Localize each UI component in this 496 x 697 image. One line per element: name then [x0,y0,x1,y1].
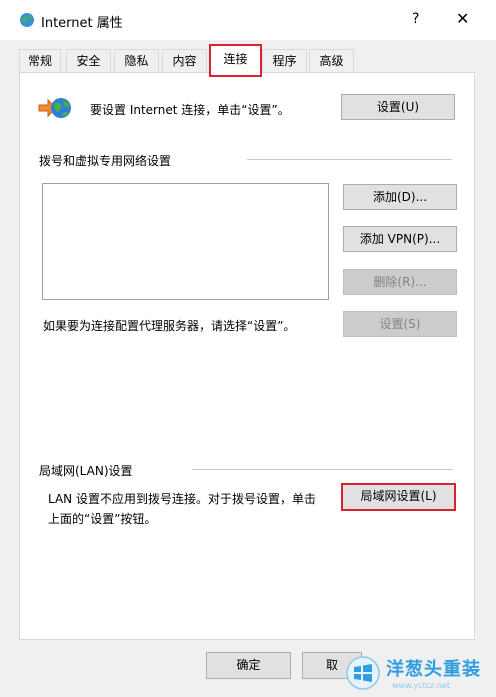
add-button[interactable]: 添加(D)... [343,184,457,210]
close-button[interactable]: ✕ [456,9,469,28]
lan-settings-button[interactable]: 局域网设置(L) [341,483,456,511]
setup-description: 要设置 Internet 连接，单击“设置”。 [90,103,290,117]
dialup-heading: 拨号和虚拟专用网络设置 [39,154,172,168]
tab-content[interactable]: 内容 [162,49,207,72]
tab-security[interactable]: 安全 [66,49,111,72]
tab-connections[interactable]: 连接 [209,44,262,77]
tab-advanced[interactable]: 高级 [309,49,354,72]
dialup-settings-button[interactable]: 设置(S) [343,311,457,337]
tab-privacy[interactable]: 隐私 [114,49,159,72]
connections-list[interactable] [42,183,329,300]
lan-divider [192,469,453,470]
tab-general[interactable]: 常规 [19,49,61,72]
watermark-text: 洋葱头重装 [386,659,481,680]
lan-heading: 局域网(LAN)设置 [39,464,133,478]
add-vpn-button[interactable]: 添加 VPN(P)... [343,226,457,252]
tab-programs[interactable]: 程序 [262,49,307,72]
internet-setup-icon [38,98,71,118]
window-title: Internet 属性 [41,16,123,31]
dialup-divider [247,159,452,160]
help-button[interactable]: ? [412,11,419,27]
internet-options-icon [20,13,34,27]
setup-button[interactable]: 设置(U) [341,94,455,120]
lan-description-line1: LAN 设置不应用到拨号连接。对于拨号设置，单击 [48,492,316,506]
title-bar: Internet 属性 ? ✕ [0,0,496,40]
ok-button[interactable]: 确定 [206,652,291,679]
watermark: 洋葱头重装 www.yctcz.net [342,650,496,697]
remove-button[interactable]: 删除(R)... [343,269,457,295]
proxy-description: 如果要为连接配置代理服务器，请选择“设置”。 [43,319,296,333]
lan-description-line2: 上面的“设置”按钮。 [48,512,157,526]
watermark-url: www.yctcz.net [392,681,450,690]
windows-logo-icon [346,656,380,690]
